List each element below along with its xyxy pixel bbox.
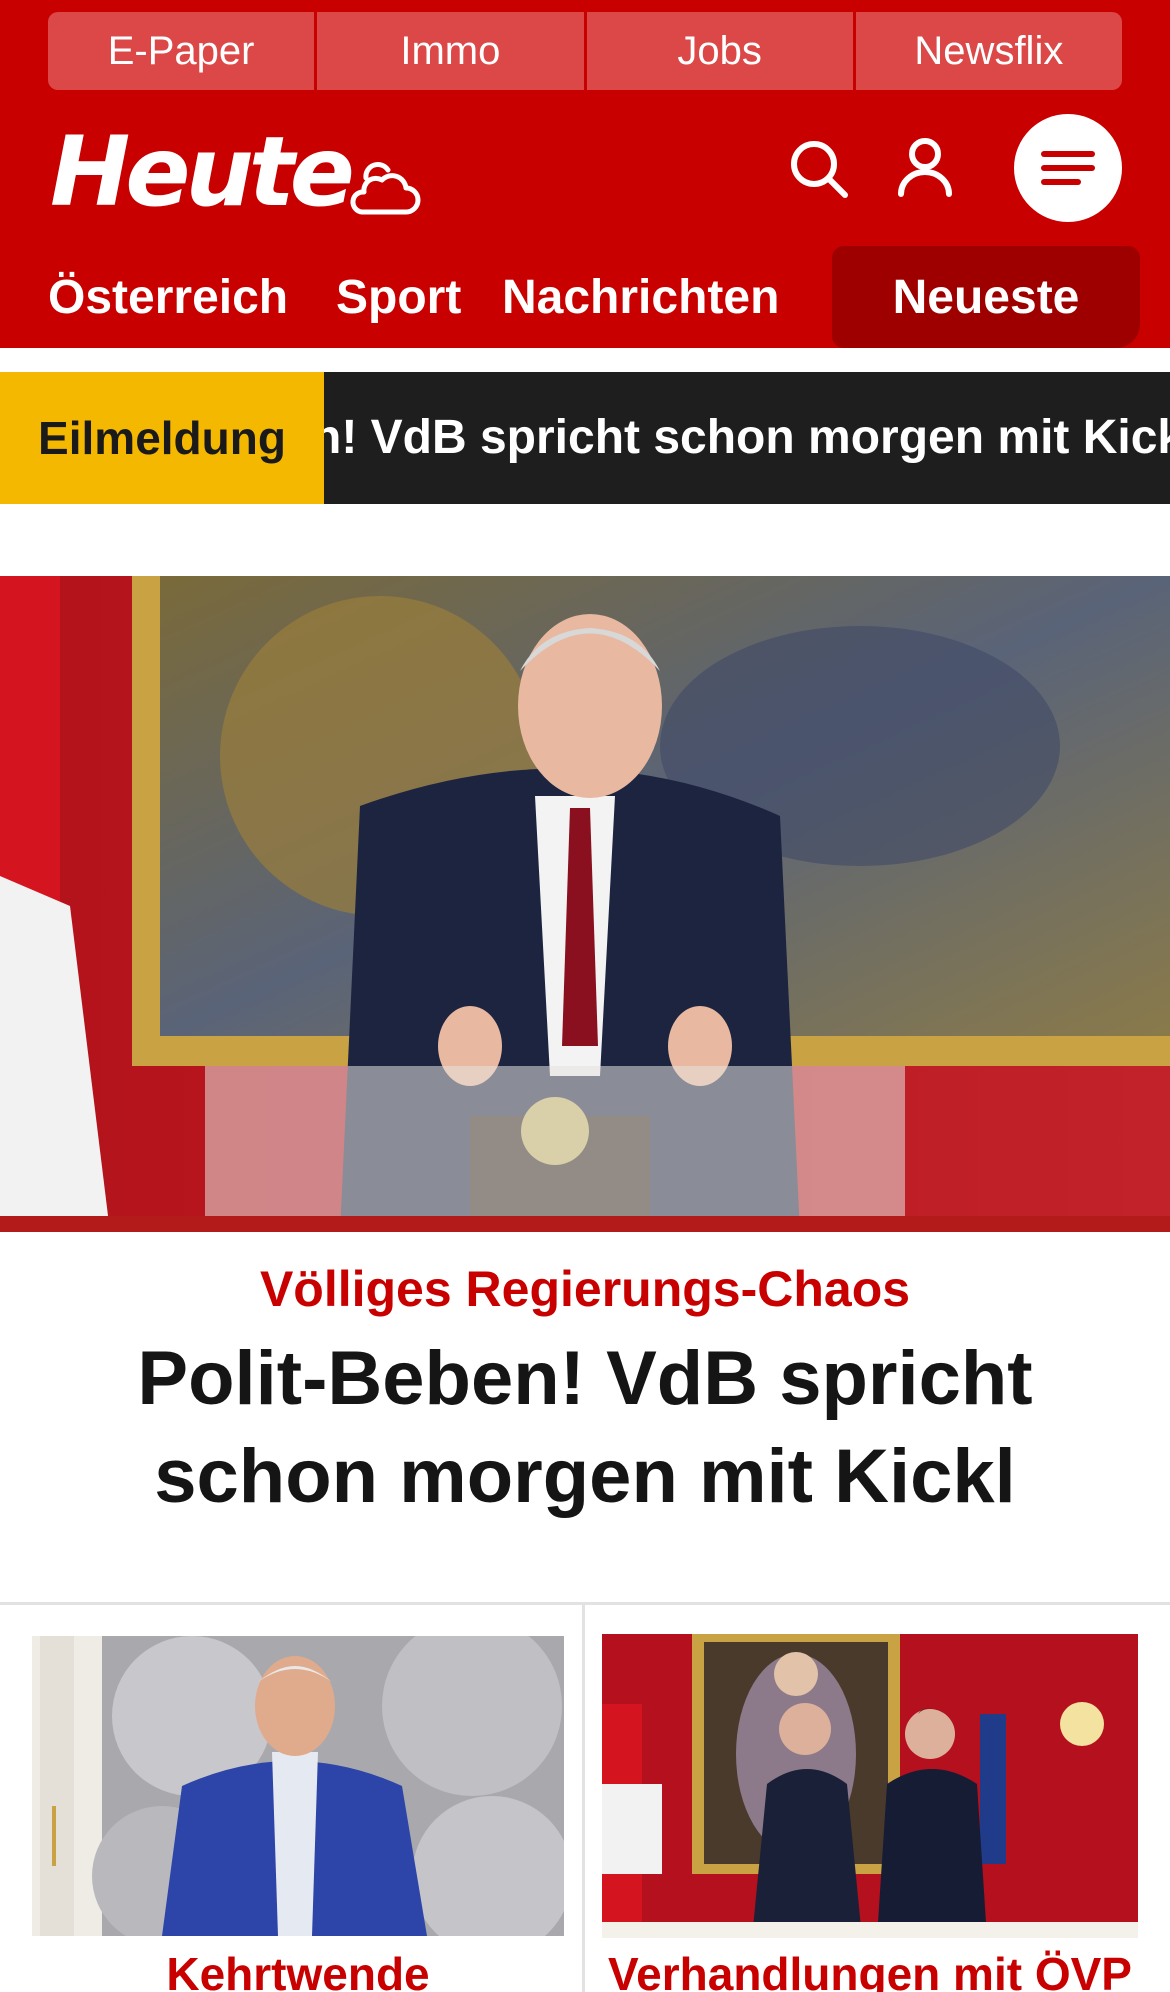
section-divider [0, 1602, 1170, 1605]
breaking-news-ticker[interactable]: Eilmeldung n! VdB spricht schon morgen m… [0, 372, 1170, 504]
topbar-link-jobs[interactable]: Jobs [583, 12, 853, 90]
nav-item-sport[interactable]: Sport [336, 268, 461, 328]
article-card-image[interactable] [602, 1634, 1138, 1938]
article-card-image[interactable] [32, 1636, 564, 1936]
topbar-link-newsflix[interactable]: Newsflix [852, 12, 1122, 90]
hero-image[interactable] [0, 576, 1170, 1232]
nav-item-neueste[interactable]: Neueste [832, 246, 1140, 348]
search-icon[interactable] [786, 136, 852, 202]
topbar-link-epaper[interactable]: E-Paper [48, 12, 315, 90]
weather-cloud-sun-icon[interactable] [344, 150, 424, 220]
column-divider [582, 1605, 585, 1992]
breaking-label: Eilmeldung [0, 372, 324, 504]
nav-item-oesterreich[interactable]: Österreich [48, 268, 288, 328]
article-card-kicker[interactable]: Verhandlungen mit ÖVP [602, 1946, 1138, 1992]
site-logo[interactable]: Heute [50, 124, 355, 220]
service-bar: E-Paper Immo Jobs Newsflix [48, 12, 1122, 90]
nav-item-nachrichten[interactable]: Nachrichten [502, 268, 779, 328]
hero-kicker[interactable]: Völliges Regierungs-Chaos [0, 1256, 1170, 1322]
breaking-headline[interactable]: n! VdB spricht schon morgen mit Kickl [312, 372, 1170, 504]
topbar-link-immo[interactable]: Immo [314, 12, 584, 90]
user-icon[interactable] [892, 134, 958, 200]
article-card-kicker[interactable]: Kehrtwende [32, 1946, 564, 1992]
menu-icon[interactable] [1014, 114, 1122, 222]
hero-headline[interactable]: Polit-Beben! VdB spricht schon morgen mi… [40, 1330, 1130, 1526]
